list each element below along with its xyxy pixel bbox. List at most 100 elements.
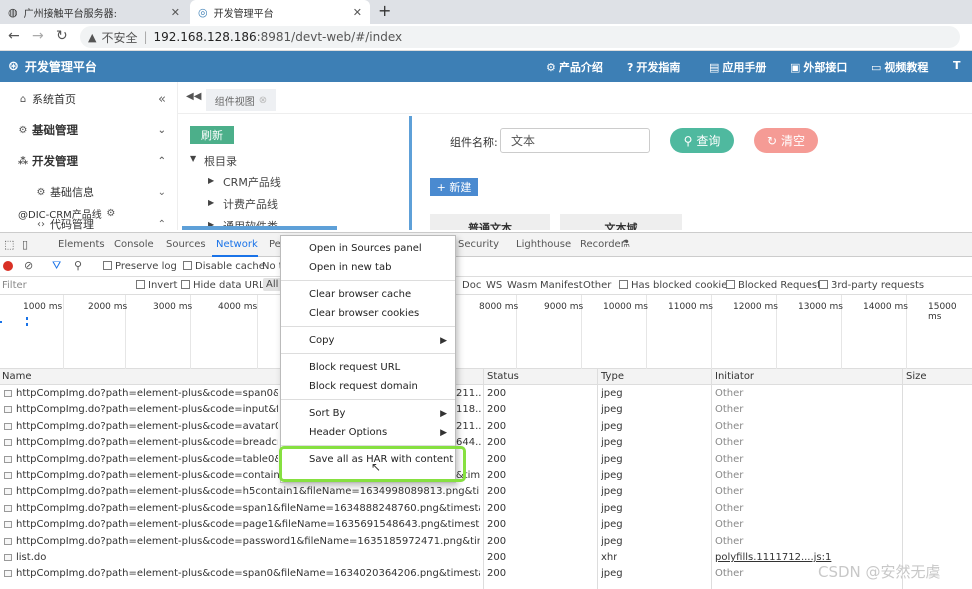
column-initiator[interactable]: Initiator (715, 371, 754, 382)
sidebar-item-home[interactable]: ⌂ 系统首页 « (0, 91, 178, 107)
third-party-checkbox[interactable]: 3rd-party requests (819, 280, 924, 291)
component-name-input[interactable]: 文本 (500, 128, 650, 153)
checkbox[interactable] (819, 280, 828, 289)
reload-icon[interactable]: ↻ (56, 28, 68, 44)
close-icon[interactable]: ✕ (171, 6, 180, 19)
rewind-icon[interactable]: ◀◀ (186, 91, 201, 102)
caret-right-icon[interactable]: ▶ (208, 198, 214, 207)
refresh-button[interactable]: 刷新 (190, 126, 234, 144)
menu-open-in-sources[interactable]: Open in Sources panel (309, 243, 422, 254)
filter-wasm[interactable]: Wasm (507, 280, 537, 291)
table-row[interactable]: httpCompImg.do?path=element-plus&code=ta… (0, 452, 972, 468)
close-icon[interactable]: ✕ (353, 6, 362, 19)
request-name[interactable]: httpCompImg.do?path=element-plus&code=pa… (16, 536, 480, 547)
new-button[interactable]: + 新建 (430, 178, 478, 196)
menu-block-domain[interactable]: Block request domain (309, 381, 418, 392)
new-tab-button[interactable]: + (378, 1, 391, 20)
tree-node-billing[interactable]: 计费产品线 (223, 196, 278, 212)
filter-doc[interactable]: Doc (462, 280, 481, 291)
request-name[interactable]: httpCompImg.do?path=element-plus&code=h5… (16, 486, 480, 497)
browser-tab-2[interactable]: ◎ 开发管理平台 ✕ (190, 0, 370, 24)
scrollbar[interactable] (182, 226, 337, 230)
app-logo[interactable]: ⊛ 开发管理平台 (8, 58, 97, 75)
clear-icon[interactable]: ⊘ (24, 259, 33, 272)
clear-button[interactable]: ↻ 清空 (754, 128, 818, 153)
nav-external-api[interactable]: ▣ 外部接口 (790, 59, 847, 75)
close-icon[interactable]: ⊗ (259, 95, 267, 106)
blocked-cookies-checkbox[interactable]: Has blocked cookies (619, 280, 733, 291)
component-card[interactable]: 文本域 (560, 214, 682, 230)
request-name[interactable]: list.do (16, 552, 480, 563)
column-type[interactable]: Type (601, 371, 624, 382)
table-row[interactable]: httpCompImg.do?path=element-plus&code=pa… (0, 517, 972, 533)
preserve-log-checkbox[interactable]: Preserve log (103, 261, 177, 272)
filter-manifest[interactable]: Manifest (540, 280, 583, 291)
query-button[interactable]: ⚲ 查询 (670, 128, 734, 153)
table-row[interactable]: httpCompImg.do?path=element-plus&code=h5… (0, 484, 972, 500)
checkbox[interactable] (726, 280, 735, 289)
tab-console[interactable]: Console (114, 239, 154, 250)
table-row[interactable]: httpCompImg.do?path=element-plus&code=co… (0, 468, 972, 484)
inspect-icon[interactable]: ⬚ (4, 238, 14, 251)
nav-more[interactable]: T (953, 59, 961, 72)
sidebar-item-code[interactable]: ‹› 代码管理 ⌃ (0, 216, 178, 232)
sidebar-item-basic[interactable]: ⚙ 基础管理 ⌄ (0, 122, 178, 138)
checkbox[interactable] (619, 280, 628, 289)
tab-sources[interactable]: Sources (166, 239, 206, 250)
menu-sort-by[interactable]: Sort By (309, 408, 345, 419)
tab-security[interactable]: Security (458, 239, 499, 250)
tree-node-root[interactable]: 根目录 (204, 153, 237, 169)
nav-video-tutorial[interactable]: ▭ 视频教程 (871, 59, 928, 75)
menu-copy[interactable]: Copy (309, 335, 334, 346)
collapse-icon[interactable]: « (158, 92, 166, 107)
column-name[interactable]: Name (2, 371, 32, 382)
caret-down-icon[interactable]: ▼ (190, 154, 196, 163)
table-row[interactable]: httpCompImg.do?path=element-plus&code=in… (0, 402, 972, 418)
tab-recorder[interactable]: Recorder (580, 239, 625, 250)
url-field[interactable]: ▲ 不安全 | 192.168.128.186 :8981/devt-web/#… (80, 26, 960, 48)
tab-lighthouse[interactable]: Lighthouse (516, 239, 571, 250)
back-icon[interactable]: ← (8, 28, 20, 44)
checkbox[interactable] (181, 280, 190, 289)
tab-elements[interactable]: Elements (58, 239, 105, 250)
request-name[interactable]: httpCompImg.do?path=element-plus&code=sp… (16, 503, 480, 514)
request-name[interactable]: httpCompImg.do?path=element-plus&code=in… (16, 404, 278, 415)
menu-open-in-new-tab[interactable]: Open in new tab (309, 262, 391, 273)
filter-icon[interactable]: ⛛ (52, 259, 61, 273)
record-icon[interactable] (3, 261, 13, 271)
table-row[interactable]: httpCompImg.do?path=element-plus&code=sp… (0, 386, 972, 402)
filter-all[interactable]: All (263, 278, 282, 291)
filter-ws[interactable]: WS (486, 280, 502, 291)
request-name[interactable]: httpCompImg.do?path=element-plus&code=pa… (16, 519, 480, 530)
forward-icon[interactable]: → (32, 28, 44, 44)
tab-network[interactable]: Network (216, 239, 258, 250)
nav-app-manual[interactable]: ▤ 应用手册 (709, 59, 766, 75)
menu-clear-cache[interactable]: Clear browser cache (309, 289, 411, 300)
table-row[interactable]: httpCompImg.do?path=element-plus&code=pa… (0, 534, 972, 550)
tree-node-crm[interactable]: CRM产品线 (223, 174, 281, 190)
menu-header-options[interactable]: Header Options (309, 427, 387, 438)
column-size[interactable]: Size (906, 371, 927, 382)
request-name[interactable]: httpCompImg.do?path=element-plus&code=ta… (16, 454, 278, 465)
request-name[interactable]: httpCompImg.do?path=element-plus&code=sp… (16, 568, 480, 579)
caret-right-icon[interactable]: ▶ (208, 176, 214, 185)
browser-tab-1[interactable]: ◍ 广州接触平台服务器: ✕ (0, 0, 188, 24)
network-timeline[interactable]: 1000 ms 2000 ms 3000 ms 4000 ms 8000 ms … (0, 295, 972, 369)
checkbox[interactable] (136, 280, 145, 289)
checkbox[interactable] (103, 261, 112, 270)
sidebar-item-dev[interactable]: ⁂ 开发管理 ⌃ (0, 153, 178, 169)
request-name[interactable]: httpCompImg.do?path=element-plus&code=sp… (16, 388, 278, 399)
sidebar-item-info[interactable]: ⚙ 基础信息 ⌄ (0, 184, 178, 200)
blocked-requests-checkbox[interactable]: Blocked Requests (726, 280, 826, 291)
column-status[interactable]: Status (487, 371, 519, 382)
menu-clear-cookies[interactable]: Clear browser cookies (309, 308, 419, 319)
tab-component-view[interactable]: 组件视图 ⊗ (206, 89, 276, 111)
search-icon[interactable]: ⚲ (74, 259, 82, 272)
filter-input[interactable]: Filter (2, 280, 27, 291)
hide-data-urls-checkbox[interactable]: Hide data URLs (181, 280, 270, 291)
nav-product-intro[interactable]: ⚙ 产品介绍 (546, 59, 603, 75)
checkbox[interactable] (183, 261, 192, 270)
table-row[interactable]: httpCompImg.do?path=element-plus&code=sp… (0, 501, 972, 517)
invert-checkbox[interactable]: Invert (136, 280, 177, 291)
device-toggle-icon[interactable]: ▯ (22, 238, 28, 251)
